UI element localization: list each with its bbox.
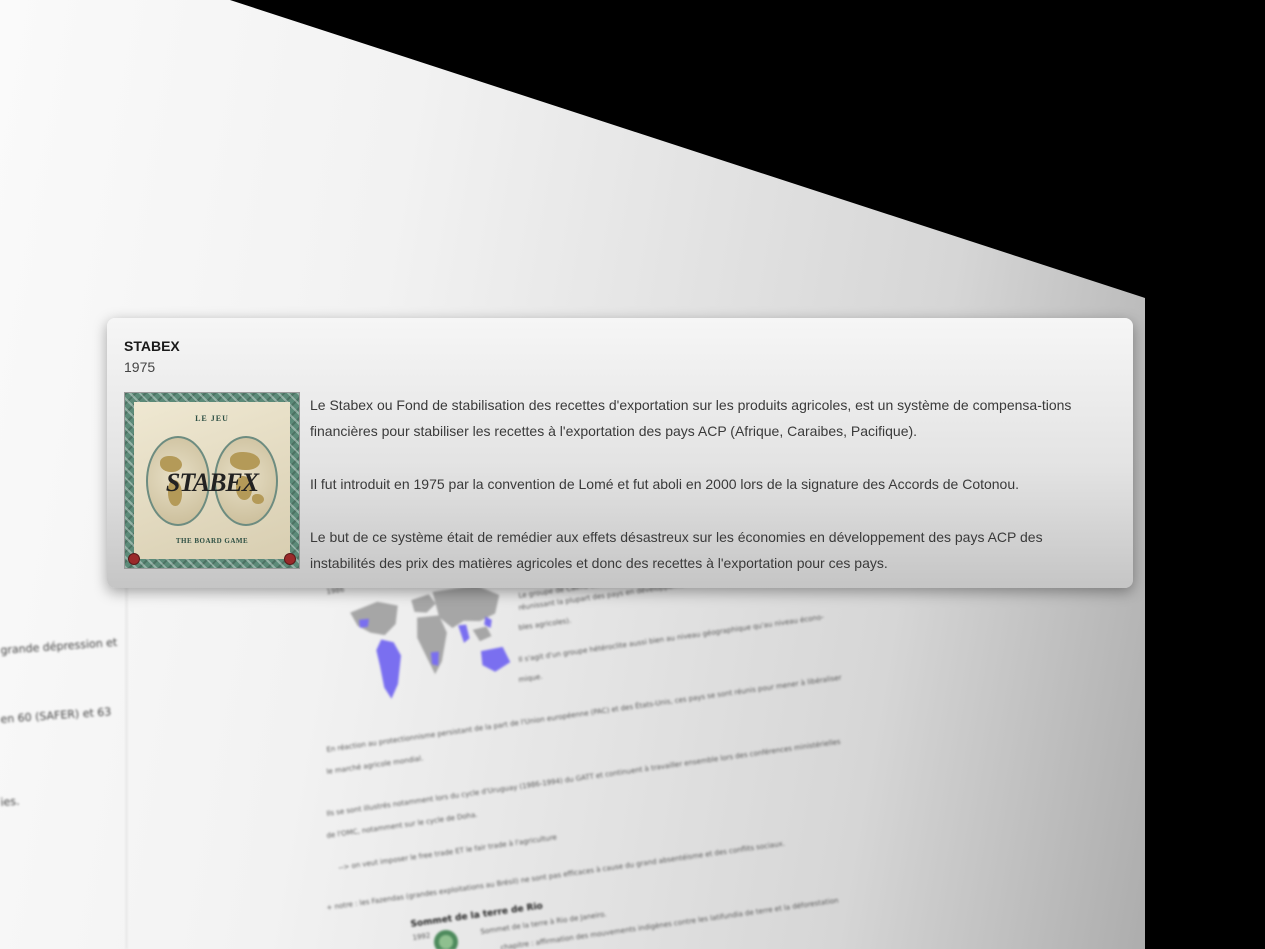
cairns-text-5: mique.	[518, 672, 544, 684]
screen: grande dépression et en 60 (SAFER) et 63…	[0, 0, 1265, 949]
game-top-text: LE JEU	[195, 414, 229, 423]
rio-summit-logo	[434, 930, 458, 949]
game-logo-text: STABEX	[165, 468, 259, 497]
description-paragraph-3: Le but de ce système était de remédier a…	[310, 529, 1043, 571]
event-description: Le Stabex ou Fond de stabilisation des r…	[310, 392, 1110, 576]
event-year: 1975	[124, 359, 156, 375]
paragraph-line-4: de l'OMC, notamment sur le cycle de Doha…	[326, 810, 479, 840]
game-bottom-text: THE BOARD GAME	[175, 537, 249, 545]
description-paragraph-2: Il fut introduit en 1975 par la conventi…	[310, 476, 1020, 492]
stabex-board-game-image: LE JEU STABEX THE BOARD GAME	[124, 392, 300, 569]
paragraph-line-5: --> on veut imposer le free trade ET le …	[338, 833, 558, 872]
world-map-image	[350, 585, 511, 699]
corner-seal-icon	[284, 553, 296, 565]
paragraph-line-3: Ils se sont illustrés notamment lors du …	[326, 737, 842, 818]
corner-seal-icon	[128, 553, 140, 565]
event-title: STABEX	[124, 338, 180, 354]
cairns-text-3: bles agricoles).	[518, 616, 572, 632]
left-column-text-2: en 60 (SAFER) et 63	[0, 705, 112, 726]
column-divider	[126, 560, 127, 949]
left-column-text-3: ies.	[0, 794, 20, 809]
left-column-text-1: grande dépression et	[0, 635, 118, 657]
paragraph-line-6: + notre : les Fazendas (grandes exploita…	[326, 839, 786, 912]
image-board: LE JEU STABEX THE BOARD GAME	[128, 402, 296, 565]
paragraph-line-2: le marché agricole mondial.	[326, 754, 424, 776]
description-paragraph-1: Le Stabex ou Fond de stabilisation des r…	[310, 397, 1072, 439]
timeline-event-tooltip: STABEX 1975 LE JEU STABEX THE BOARD GAME	[107, 318, 1133, 588]
